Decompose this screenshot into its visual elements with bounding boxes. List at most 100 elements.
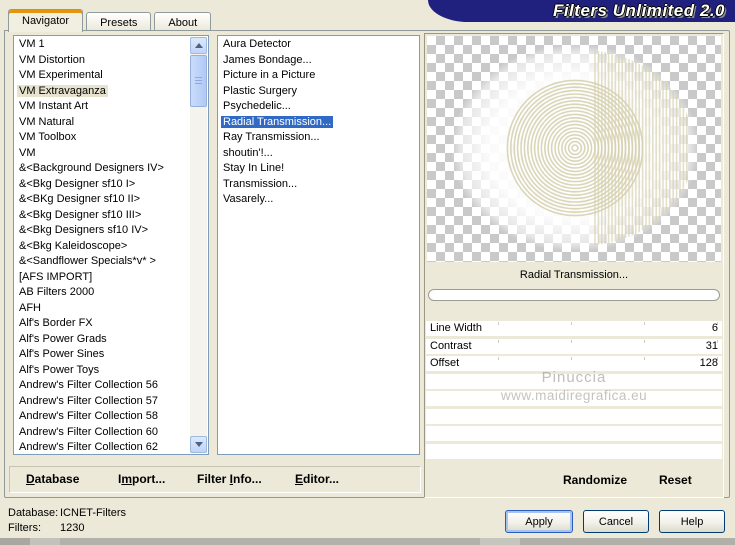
parameter-slider[interactable]: Contrast 31 (426, 338, 722, 354)
scroll-up-icon (194, 39, 203, 48)
scroll-up-button[interactable] (190, 37, 207, 54)
menu-item-label-post: port... (132, 472, 166, 486)
category-list-item-label: Alf's Power Grads (19, 332, 107, 345)
menu-item[interactable]: Import... (118, 472, 165, 486)
category-list-item-label: VM Distortion (19, 53, 86, 66)
menu-item[interactable]: Editor... (295, 472, 339, 486)
tab[interactable]: Navigator (8, 9, 84, 32)
category-list-item[interactable]: VM Extravaganza (14, 84, 191, 100)
category-list-item-label: &<Bkg Designers sf10 IV> (19, 224, 149, 236)
parameter-row-empty (426, 408, 722, 424)
cancel-button[interactable]: Cancel (583, 510, 649, 533)
tab-label: Presets (100, 16, 138, 29)
category-list-item[interactable]: VM (14, 146, 191, 162)
help-button[interactable]: Help (659, 510, 725, 533)
preview-image[interactable] (427, 36, 721, 262)
category-list-item-label: VM Extravaganza (17, 84, 108, 97)
menu-item-accesskey: D (26, 472, 35, 486)
category-list-item-label: Andrew's Filter Collection 60 (19, 425, 159, 438)
filter-list-item[interactable]: Radial Transmission... (218, 115, 419, 131)
category-list-item[interactable]: Andrew's Filter Collection 57 (14, 394, 191, 410)
menu-item-label-pre: Filter (197, 472, 230, 486)
filter-list-item[interactable]: Transmission... (218, 177, 419, 193)
category-list-item[interactable]: Alf's Power Toys (14, 363, 191, 379)
tab[interactable]: About (154, 12, 212, 32)
filter-list-item[interactable]: James Bondage... (218, 53, 419, 69)
category-list-item[interactable]: AFH (14, 301, 191, 317)
category-list-item[interactable]: [AFS IMPORT] (14, 270, 191, 286)
category-list-item[interactable]: Alf's Power Sines (14, 347, 191, 363)
category-list-item-label: &<Bkg Designer sf10 I> (19, 177, 136, 190)
scroll-down-button[interactable] (190, 436, 207, 453)
category-list-item-label: &<BKg Designer sf10 II> (19, 193, 141, 205)
status-info: Database: ICNET-Filters Filters: 1230 (8, 506, 126, 535)
menu-item[interactable]: Filter Info... (197, 472, 262, 486)
category-list-item[interactable]: Andrew's Filter Collection 56 (14, 378, 191, 394)
menu-item[interactable]: Database (26, 472, 79, 486)
filter-list-item[interactable]: Stay In Line! (218, 161, 419, 177)
tab[interactable]: Presets (86, 12, 152, 32)
filter-list[interactable]: Aura Detector James Bondage... Picture i… (217, 35, 420, 455)
category-list-item[interactable]: VM Toolbox (14, 130, 191, 146)
filter-list-item[interactable]: Aura Detector (218, 37, 419, 53)
reset-button[interactable]: Reset (659, 473, 692, 487)
category-list-item[interactable]: &<BKg Designer sf10 II> (14, 192, 191, 208)
database-label: Database: (8, 507, 59, 519)
category-list-items: VM 1 VM Distortion VM Experimental VM Ex… (14, 37, 191, 454)
category-list-scrollbar[interactable] (190, 37, 207, 453)
parameter-slider[interactable]: Line Width 6 (426, 321, 722, 336)
category-list-item[interactable]: &<Sandflower Specials*v* > (14, 254, 191, 270)
category-list-item[interactable]: Alf's Border FX (14, 316, 191, 332)
tab-bar: Navigator Presets About (8, 9, 214, 32)
scroll-down-icon (194, 442, 203, 451)
category-list-item-label: &<Sandflower Specials*v* > (19, 255, 156, 267)
randomize-button[interactable]: Randomize (563, 473, 627, 487)
category-list-item[interactable]: VM 1 (14, 37, 191, 53)
menu-item-accesskey: m (121, 472, 133, 486)
category-list-item[interactable]: AB Filters 2000 (14, 285, 191, 301)
category-list-item[interactable]: &<Bkg Kaleidoscope> (14, 239, 191, 255)
parameter-name: Contrast (430, 339, 472, 352)
filter-list-item-label: Plastic Surgery (223, 84, 297, 97)
category-list-item[interactable]: &<Background Designers IV> (14, 161, 191, 177)
parameter-row-empty (426, 443, 722, 459)
app-title-banner: Filters Unlimited 2.0 (428, 0, 735, 22)
filters-count-value: 1230 (60, 521, 85, 534)
category-list-item-label: &<Bkg Kaleidoscope> (19, 239, 128, 252)
parameter-row-empty (426, 426, 722, 441)
category-list-item-label: VM Experimental (19, 69, 103, 81)
category-list-item-label: AFH (19, 301, 41, 314)
category-list-item[interactable]: &<Bkg Designer sf10 I> (14, 177, 191, 193)
filter-list-item[interactable]: Psychedelic... (218, 99, 419, 115)
category-list[interactable]: VM 1 VM Distortion VM Experimental VM Ex… (13, 35, 209, 455)
category-list-item[interactable]: Andrew's Filter Collection 62 (14, 440, 191, 454)
category-list-item[interactable]: Alf's Power Grads (14, 332, 191, 348)
category-list-item-label: Andrew's Filter Collection 62 (19, 441, 159, 453)
category-list-item[interactable]: VM Experimental (14, 68, 191, 84)
category-list-item[interactable]: VM Instant Art (14, 99, 191, 115)
watermark-site: www.maidiregrafica.eu (500, 388, 648, 403)
category-list-item[interactable]: Andrew's Filter Collection 60 (14, 425, 191, 441)
progress-bar (428, 289, 720, 301)
filter-list-item[interactable]: Vasarely... (218, 192, 419, 208)
category-list-item-label: VM Natural (19, 115, 75, 128)
filter-list-item[interactable]: Picture in a Picture (218, 68, 419, 84)
parameter-value: 128 (699, 357, 718, 369)
category-list-item-label: Andrew's Filter Collection 56 (19, 379, 159, 391)
category-list-item[interactable]: Andrew's Filter Collection 58 (14, 409, 191, 425)
filter-list-item[interactable]: shoutin'!... (218, 146, 419, 162)
category-list-item[interactable]: &<Bkg Designers sf10 IV> (14, 223, 191, 239)
filters-unlimited-dialog: Filters Unlimited 2.0 Navigator Presets … (0, 0, 735, 545)
category-list-item[interactable]: VM Natural (14, 115, 191, 131)
filter-list-item[interactable]: Plastic Surgery (218, 84, 419, 100)
menu-strip: Database Import... Filter Info... Editor… (9, 466, 421, 493)
scroll-thumb-grip-icon (195, 77, 202, 86)
category-list-item-label: &<Background Designers IV> (19, 162, 164, 174)
category-list-item[interactable]: &<Bkg Designer sf10 III> (14, 208, 191, 224)
scroll-thumb[interactable] (190, 55, 207, 107)
filter-list-item[interactable]: Ray Transmission... (218, 130, 419, 146)
category-list-item-label: Alf's Power Sines (19, 348, 105, 360)
parameter-name: Line Width (430, 322, 482, 334)
apply-button[interactable]: Apply (505, 510, 573, 533)
category-list-item[interactable]: VM Distortion (14, 53, 191, 69)
